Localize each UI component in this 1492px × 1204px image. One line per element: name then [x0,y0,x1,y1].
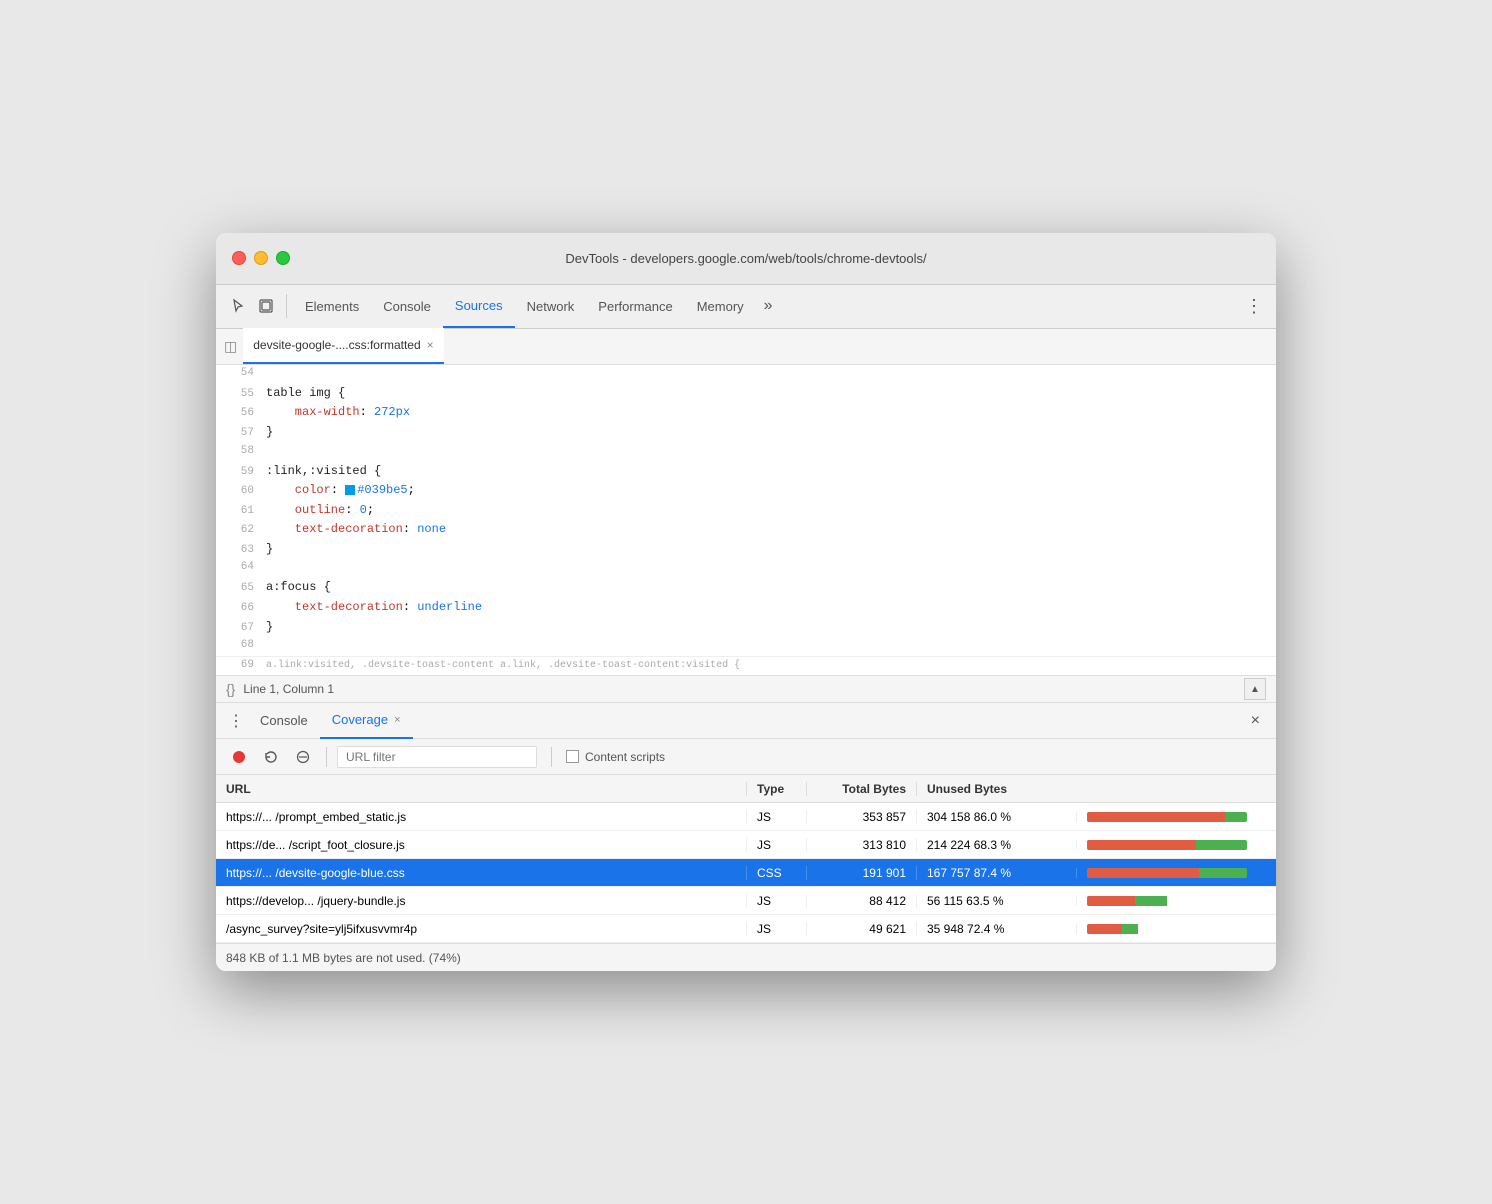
more-tabs-button[interactable]: » [756,297,781,315]
row-0-unused: 304 158 86.0 % [916,810,1076,824]
row-4-bar [1076,924,1276,934]
table-row-4[interactable]: /async_survey?site=ylj5ifxusvvmr4p JS 49… [216,915,1276,943]
url-filter-input[interactable] [337,746,537,768]
code-line-66: 66 text-decoration: underline [216,598,1276,618]
tab-sources[interactable]: Sources [443,284,515,328]
tab-memory[interactable]: Memory [685,284,756,328]
minimize-button[interactable] [254,251,268,265]
coverage-toolbar: Content scripts [216,739,1276,775]
row-3-url: https://develop... /jquery-bundle.js [216,894,746,908]
table-row-2[interactable]: https://... /devsite-google-blue.css CSS… [216,859,1276,887]
devtools-menu-button[interactable]: ⋮ [1240,292,1268,320]
code-line-63: 63 } [216,540,1276,560]
row-2-url: https://... /devsite-google-blue.css [216,866,746,880]
row-4-unused: 35 948 72.4 % [916,922,1076,936]
col-header-type[interactable]: Type [746,782,806,796]
code-line-54: 54 [216,365,1276,384]
file-tab-bar: ◫ devsite-google-....css:formatted × [216,329,1276,365]
code-line-62: 62 text-decoration: none [216,520,1276,540]
window-title: DevTools - developers.google.com/web/too… [565,251,926,266]
status-bar: {} Line 1, Column 1 ▲ [216,675,1276,703]
toolbar-separator-2 [551,747,552,767]
tab-performance[interactable]: Performance [586,284,684,328]
record-coverage-button[interactable] [226,744,252,770]
row-1-bar [1076,840,1276,850]
bottom-panel-close-button[interactable]: × [1243,708,1268,734]
devtools-window: DevTools - developers.google.com/web/too… [216,233,1276,972]
content-scripts-label[interactable]: Content scripts [566,750,665,764]
code-line-64: 64 [216,559,1276,578]
code-content: 54 55 table img { 56 max-width: 272px [216,365,1276,676]
row-4-type: JS [746,922,806,936]
row-4-total: 49 621 [806,922,916,936]
devtools-tab-bar: Elements Console Sources Network Perform… [216,285,1276,329]
tab-elements[interactable]: Elements [293,284,371,328]
code-line-65: 65 a:focus { [216,578,1276,598]
code-line-59: 59 :link,:visited { [216,462,1276,482]
tab-network[interactable]: Network [515,284,587,328]
col-header-unused[interactable]: Unused Bytes [916,782,1076,796]
bottom-panel-menu-button[interactable]: ⋮ [224,709,248,733]
row-2-type: CSS [746,866,806,880]
title-bar: DevTools - developers.google.com/web/too… [216,233,1276,285]
tab-console[interactable]: Console [371,284,443,328]
row-3-type: JS [746,894,806,908]
row-3-total: 88 412 [806,894,916,908]
file-panel-icon: ◫ [224,338,237,355]
row-0-url: https://... /prompt_embed_static.js [216,810,746,824]
row-2-total: 191 901 [806,866,916,880]
tab-console-bottom[interactable]: Console [248,703,320,739]
code-editor[interactable]: 54 55 table img { 56 max-width: 272px [216,365,1276,676]
col-header-url[interactable]: URL [216,782,746,796]
row-2-unused: 167 757 87.4 % [916,866,1076,880]
row-1-url: https://de... /script_foot_closure.js [216,838,746,852]
traffic-lights [232,251,290,265]
code-line-58: 58 [216,443,1276,462]
row-4-url: /async_survey?site=ylj5ifxusvvmr4p [216,922,746,936]
table-row-0[interactable]: https://... /prompt_embed_static.js JS 3… [216,803,1276,831]
maximize-button[interactable] [276,251,290,265]
bottom-panel: ⋮ Console Coverage × × [216,703,1276,971]
file-tab-sources[interactable]: devsite-google-....css:formatted × [243,328,443,364]
code-line-60: 60 color: #039be5; [216,481,1276,501]
table-row-1[interactable]: https://de... /script_foot_closure.js JS… [216,831,1276,859]
table-row-3[interactable]: https://develop... /jquery-bundle.js JS … [216,887,1276,915]
reload-button[interactable] [258,744,284,770]
file-tab-close-button[interactable]: × [427,338,434,352]
row-1-total: 313 810 [806,838,916,852]
code-line-61: 61 outline: 0; [216,501,1276,521]
row-1-unused: 214 224 68.3 % [916,838,1076,852]
row-3-unused: 56 115 63.5 % [916,894,1076,908]
tab-separator [286,294,287,318]
file-tab-name: devsite-google-....css:formatted [253,338,420,352]
code-line-68: 68 [216,637,1276,656]
code-line-56: 56 max-width: 272px [216,403,1276,423]
code-line-69: 69 a.link:visited, .devsite-toast-conten… [216,656,1276,675]
row-3-bar [1076,896,1276,906]
close-button[interactable] [232,251,246,265]
table-header: URL Type Total Bytes Unused Bytes [216,775,1276,803]
scroll-up-button[interactable]: ▲ [1244,678,1266,700]
coverage-tab-close[interactable]: × [394,714,400,726]
curly-braces-icon: {} [226,681,235,697]
code-line-67: 67 } [216,618,1276,638]
row-0-type: JS [746,810,806,824]
code-line-55: 55 table img { [216,384,1276,404]
coverage-summary: 848 KB of 1.1 MB bytes are not used. (74… [216,943,1276,971]
code-line-57: 57 } [216,423,1276,443]
col-header-total[interactable]: Total Bytes [806,782,916,796]
row-2-bar [1076,868,1276,878]
row-1-type: JS [746,838,806,852]
clear-button[interactable] [290,744,316,770]
layers-icon[interactable] [252,292,280,320]
toolbar-separator-1 [326,747,327,767]
row-0-bar [1076,812,1276,822]
content-scripts-checkbox[interactable] [566,750,579,763]
bottom-tab-bar: ⋮ Console Coverage × × [216,703,1276,739]
cursor-icon[interactable] [224,292,252,320]
cursor-position: Line 1, Column 1 [243,682,334,696]
coverage-table: URL Type Total Bytes Unused Bytes https:… [216,775,1276,943]
tab-coverage[interactable]: Coverage × [320,703,413,739]
row-0-total: 353 857 [806,810,916,824]
